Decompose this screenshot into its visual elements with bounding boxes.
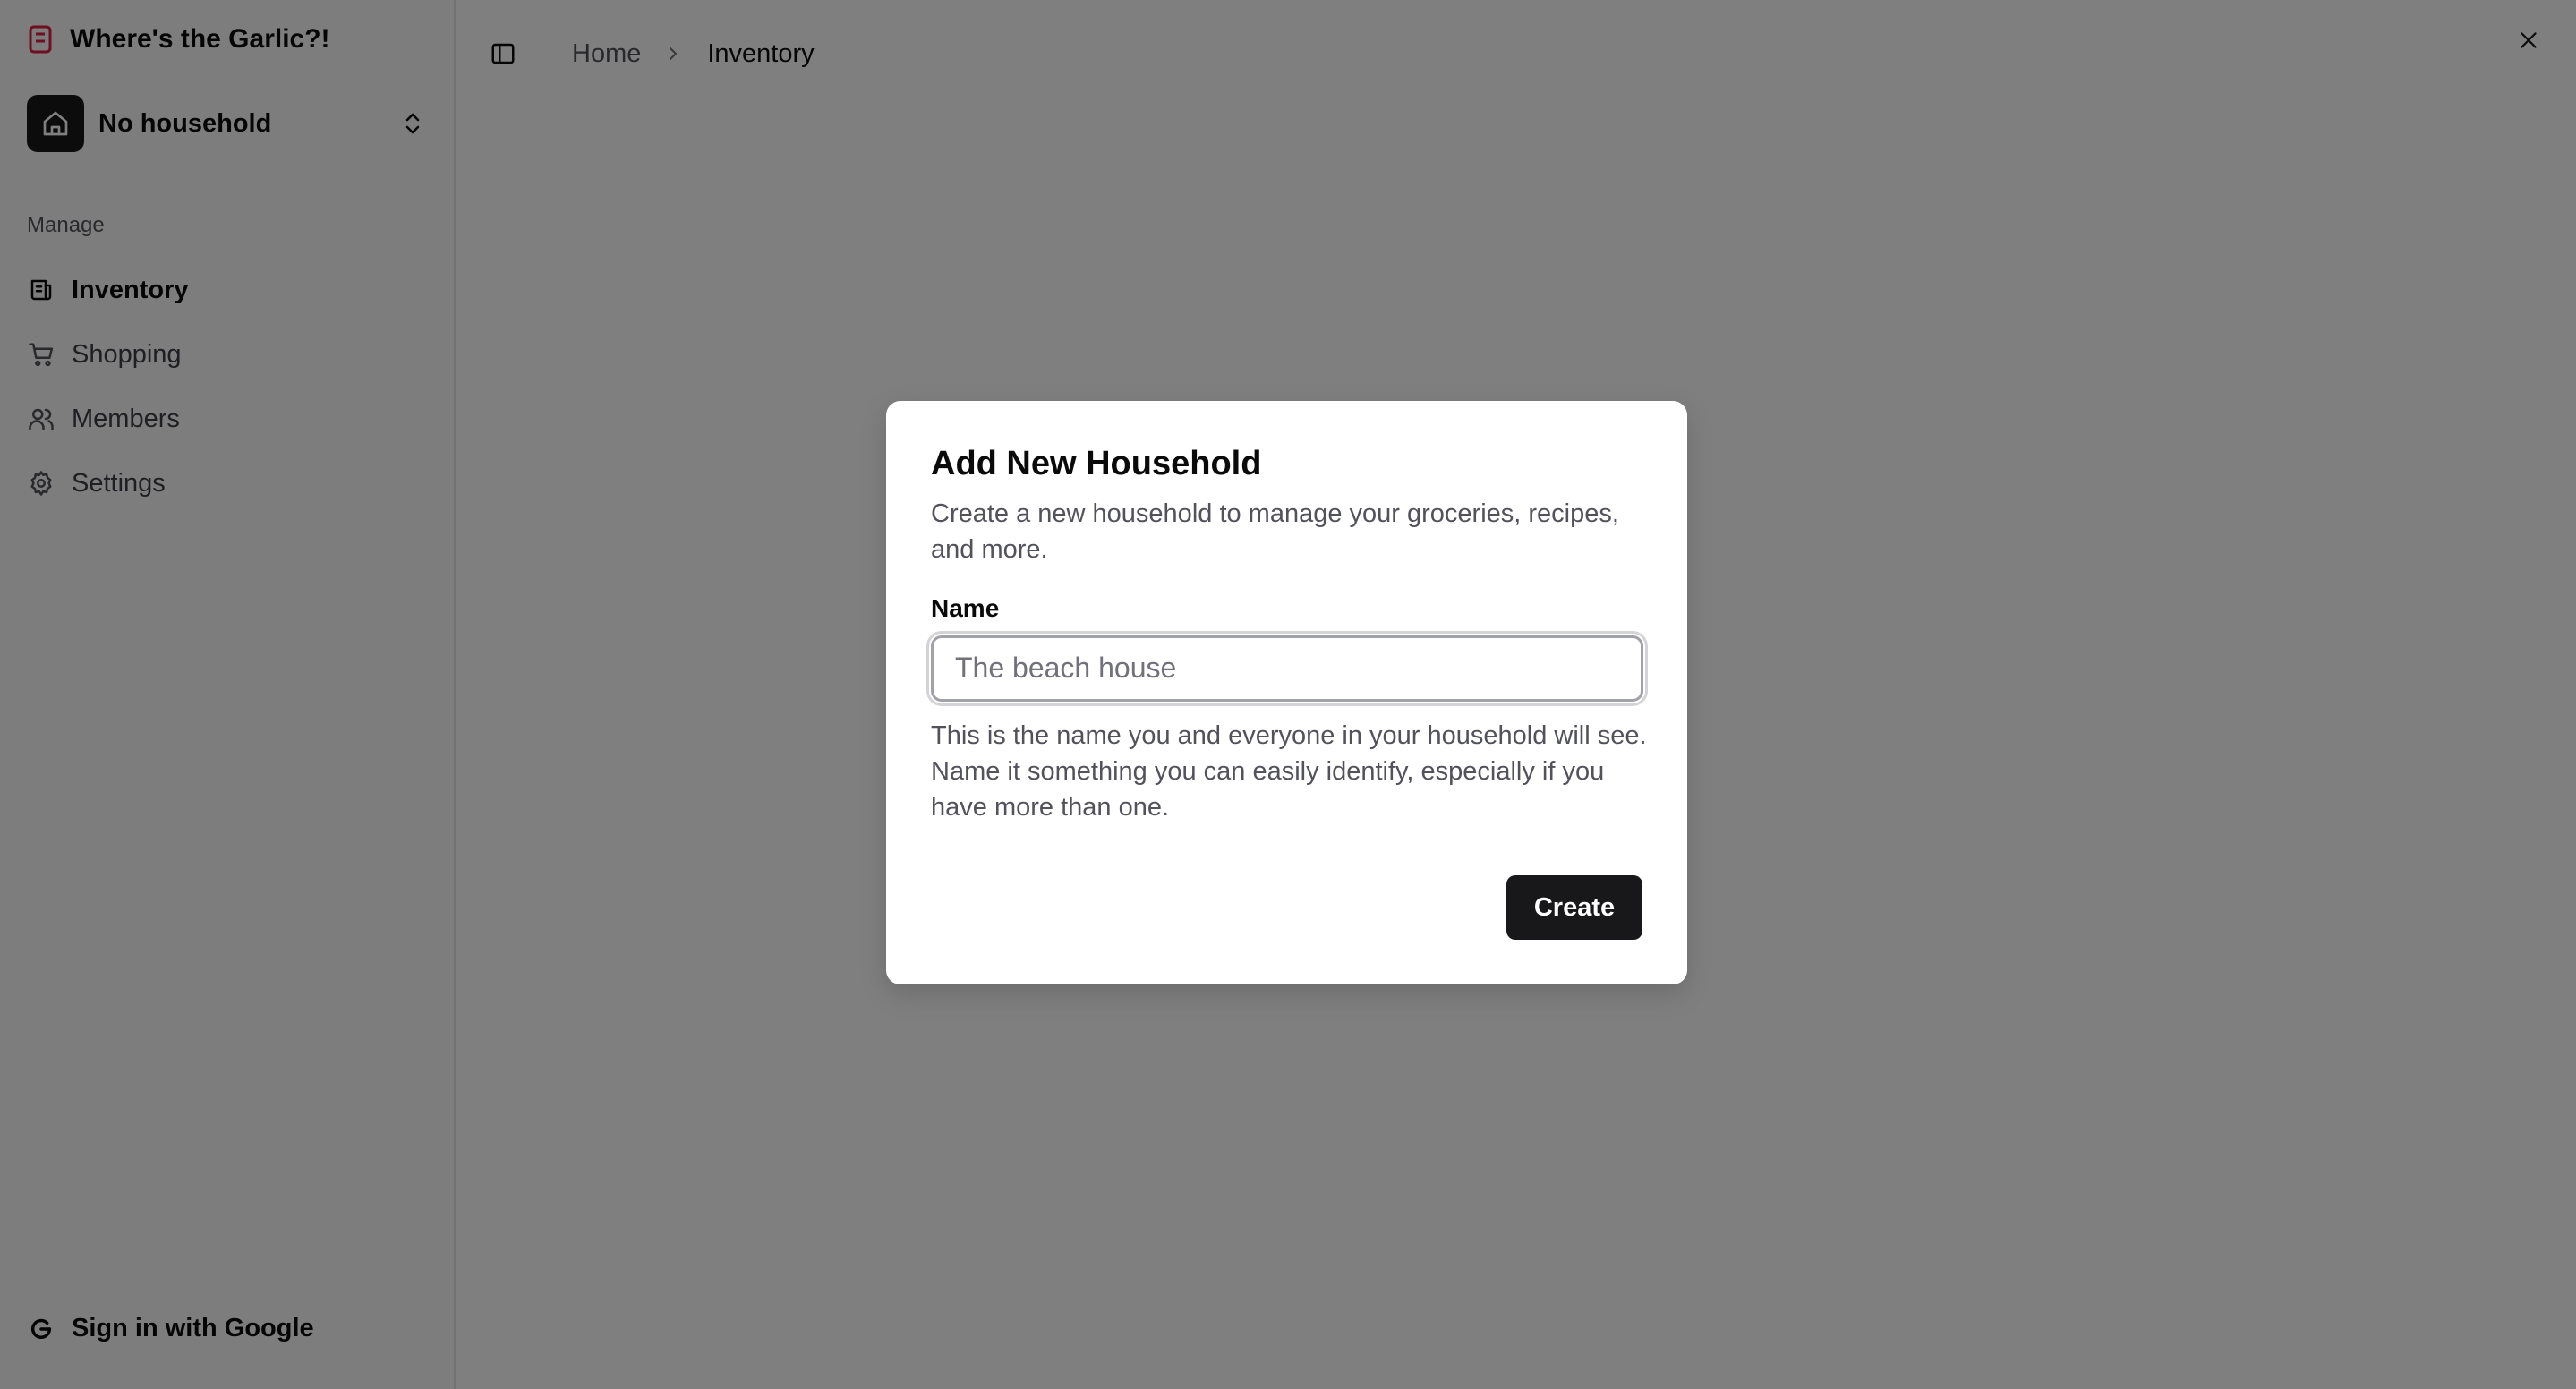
name-field-label: Name	[931, 593, 1000, 622]
dialog-title: Add New Household	[931, 445, 1262, 482]
close-icon[interactable]	[2513, 25, 2544, 55]
dialog-description: Create a new household to manage your gr…	[931, 499, 1619, 564]
household-name-input[interactable]	[926, 630, 1648, 706]
app-root: Where's the Garlic?! No household Manage	[0, 0, 2576, 1389]
add-household-dialog: Add New Household Create a new household…	[886, 401, 1687, 984]
name-field-help: This is the name you and everyone in you…	[931, 720, 1647, 822]
create-button[interactable]: Create	[1506, 875, 1642, 940]
